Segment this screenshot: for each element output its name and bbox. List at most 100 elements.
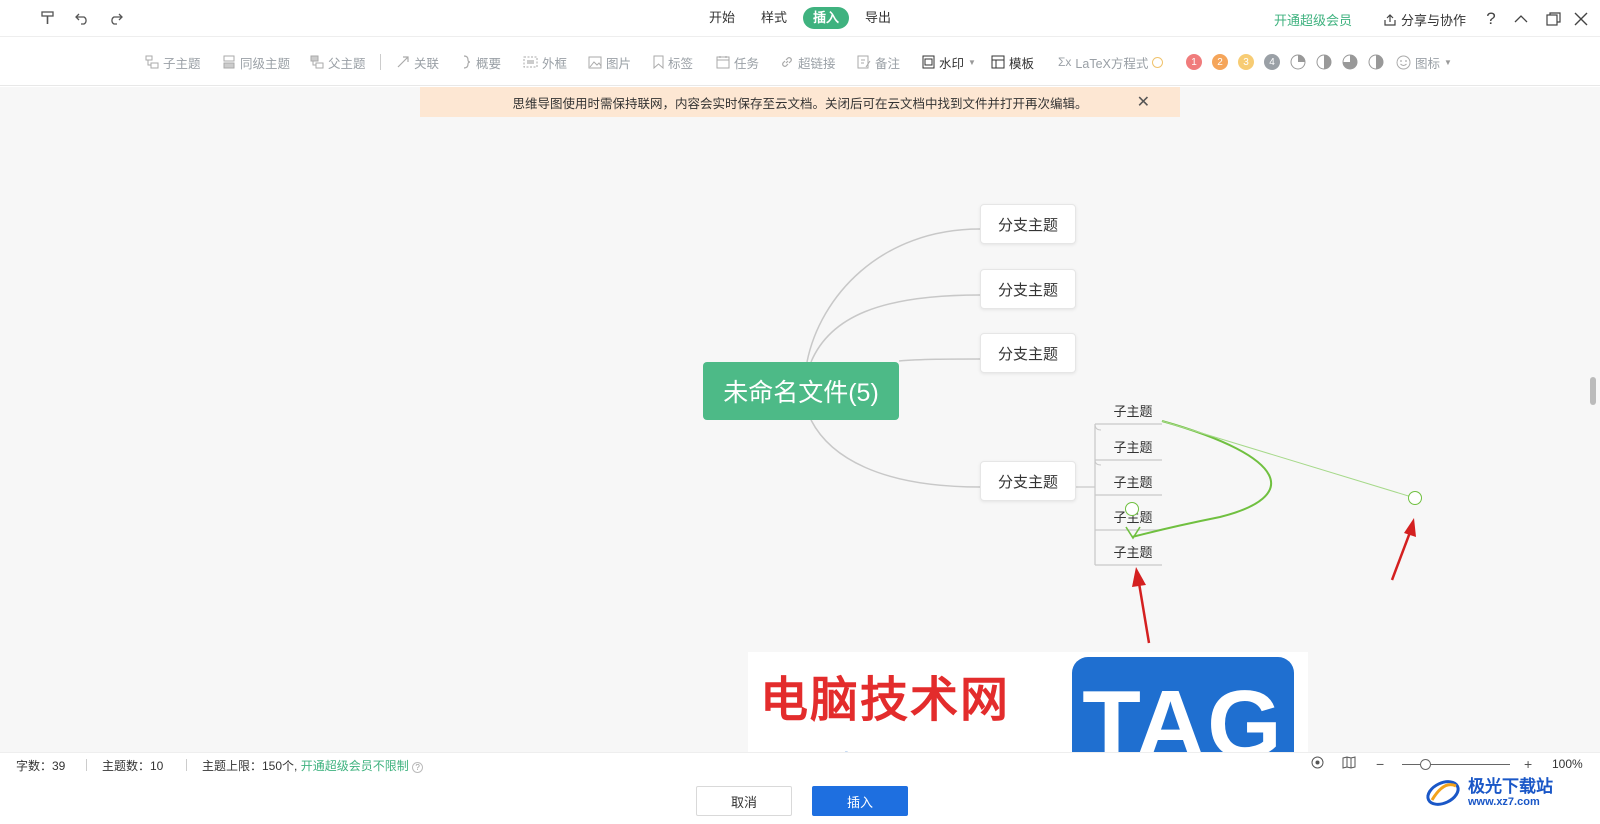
hyperlink-label: 超链接 (798, 56, 836, 71)
zoom-slider-knob[interactable] (1420, 759, 1431, 770)
menu-tabs: 开始 样式 插入 导出 (0, 7, 1600, 29)
brand-logo-icon (1426, 780, 1460, 806)
template-icon (991, 55, 1005, 69)
child-topic-button[interactable]: 子主题 (145, 53, 201, 71)
sibling-topic-label: 同级主题 (240, 56, 291, 71)
map-view-icon[interactable] (1342, 756, 1356, 772)
progress-three-quarter-icon[interactable] (1342, 54, 1358, 70)
restore-window-icon[interactable] (1542, 8, 1564, 30)
priority-1-icon[interactable]: 1 (1186, 54, 1202, 70)
watermark-button[interactable]: 水印 ▼ (922, 53, 976, 71)
watermark-icon (922, 55, 935, 69)
image-button[interactable]: 图片 (588, 53, 631, 71)
watermark-dropdown-icon: ▼ (968, 57, 976, 67)
relation-control-handle[interactable] (1408, 491, 1422, 505)
latex-button[interactable]: Σx LaTeX方程式 (1058, 53, 1164, 71)
frame-button[interactable]: 外框 (523, 53, 567, 71)
relation-arrow-icon (397, 56, 409, 68)
relation-end-handle[interactable] (1125, 502, 1139, 516)
note-label: 备注 (875, 56, 901, 71)
calendar-icon (716, 56, 730, 69)
note-edit-icon (857, 55, 871, 69)
child-topic-label: 子主题 (163, 56, 201, 71)
brand-url: www.xz7.com (1468, 796, 1540, 808)
branch-topic-1[interactable]: 分支主题 (980, 204, 1076, 244)
close-window-icon[interactable] (1570, 8, 1592, 30)
status-divider (186, 759, 187, 771)
task-button[interactable]: 任务 (716, 53, 759, 71)
summary-button[interactable]: 概要 (462, 53, 501, 71)
zoom-out-button[interactable]: − (1376, 756, 1384, 772)
zoom-level: 100% (1552, 757, 1583, 771)
share-label: 分享与协作 (1401, 13, 1467, 28)
branch-topic-4[interactable]: 分支主题 (980, 461, 1076, 501)
relation-label: 关联 (414, 56, 440, 71)
template-button[interactable]: 模板 (991, 53, 1034, 71)
relation-button[interactable]: 关联 (396, 53, 439, 71)
collapse-icon[interactable] (1510, 8, 1532, 30)
parent-topic-label: 父主题 (328, 56, 366, 71)
progress-quarter-icon[interactable] (1290, 54, 1306, 70)
tab-style[interactable]: 样式 (751, 7, 797, 29)
priority-4-icon[interactable]: 4 (1264, 54, 1280, 70)
tab-start[interactable]: 开始 (699, 7, 745, 29)
subtopic-3[interactable]: 子主题 (1099, 469, 1167, 493)
branch-topic-3[interactable]: 分支主题 (980, 333, 1076, 373)
root-topic[interactable]: 未命名文件(5) (703, 362, 899, 420)
watermark-label: 水印 (939, 56, 965, 71)
icon-button[interactable]: 图标 ▼ (1396, 53, 1452, 71)
smiley-icon (1396, 55, 1411, 69)
progress-full-icon[interactable] (1368, 54, 1384, 70)
status-bar: 字数：39 主题数：10 主题上限：150个, 开通超级会员不限制 ? − + … (0, 752, 1600, 774)
zoom-slider[interactable] (1402, 764, 1510, 765)
topic-count: 主题数：10 (102, 759, 164, 773)
priority-2-icon[interactable]: 2 (1212, 54, 1228, 70)
share-icon (1384, 13, 1396, 26)
summary-label: 概要 (476, 56, 502, 71)
share-button[interactable]: 分享与协作 (1383, 10, 1466, 29)
hyperlink-button[interactable]: 超链接 (780, 53, 836, 71)
topic-limit-text: 主题上限：150个, (202, 759, 298, 773)
parent-topic-icon (310, 55, 324, 69)
top-bar: 开始 样式 插入 导出 开通超级会员 分享与协作 ? (0, 0, 1600, 36)
help-circle-icon[interactable]: ? (412, 762, 424, 773)
bookmark-icon (653, 55, 664, 69)
link-icon (782, 57, 792, 67)
insert-toolbar: 子主题 同级主题 父主题 关联 概要 外框 图片 标签 任务 超链接 备注 水印… (0, 36, 1600, 86)
toolbar-divider (380, 54, 381, 70)
sigma-icon: Σx (1058, 55, 1072, 69)
brand-watermark: 极光下载站 www.xz7.com (1424, 776, 1553, 810)
branch-topic-2[interactable]: 分支主题 (980, 269, 1076, 309)
zoom-in-button[interactable]: + (1524, 756, 1532, 772)
sibling-topic-button[interactable]: 同级主题 (222, 53, 290, 71)
template-label: 模板 (1009, 56, 1035, 71)
tag-button[interactable]: 标签 (653, 53, 693, 71)
vip-unlimited-link[interactable]: 开通超级会员不限制 (301, 759, 409, 773)
watermark-site-name: 电脑技术网 (760, 672, 1011, 728)
parent-topic-button[interactable]: 父主题 (310, 53, 366, 71)
cancel-button[interactable]: 取消 (696, 786, 792, 816)
sibling-topic-icon (223, 55, 235, 69)
locate-icon[interactable] (1311, 756, 1324, 772)
status-divider (86, 759, 87, 771)
vip-link[interactable]: 开通超级会员 (1274, 10, 1352, 29)
image-icon (588, 56, 602, 68)
insert-button[interactable]: 插入 (812, 786, 908, 816)
subtopic-5[interactable]: 子主题 (1099, 539, 1167, 563)
help-icon[interactable]: ? (1480, 8, 1502, 30)
word-count: 字数：39 (16, 759, 66, 773)
tag-label: 标签 (668, 56, 694, 71)
icon-dropdown-icon: ▼ (1444, 57, 1452, 67)
dialog-actions: 取消 插入 (0, 774, 1600, 824)
subtopic-1[interactable]: 子主题 (1099, 398, 1167, 422)
tab-insert[interactable]: 插入 (803, 7, 850, 29)
progress-half-icon[interactable] (1316, 54, 1332, 70)
frame-icon (523, 56, 538, 68)
vertical-scrollbar[interactable] (1590, 377, 1596, 405)
subtopic-2[interactable]: 子主题 (1099, 434, 1167, 458)
summary-brace-icon (463, 55, 471, 69)
note-button[interactable]: 备注 (857, 53, 900, 71)
child-topic-icon (145, 55, 159, 69)
priority-3-icon[interactable]: 3 (1238, 54, 1254, 70)
tab-export[interactable]: 导出 (855, 7, 901, 29)
